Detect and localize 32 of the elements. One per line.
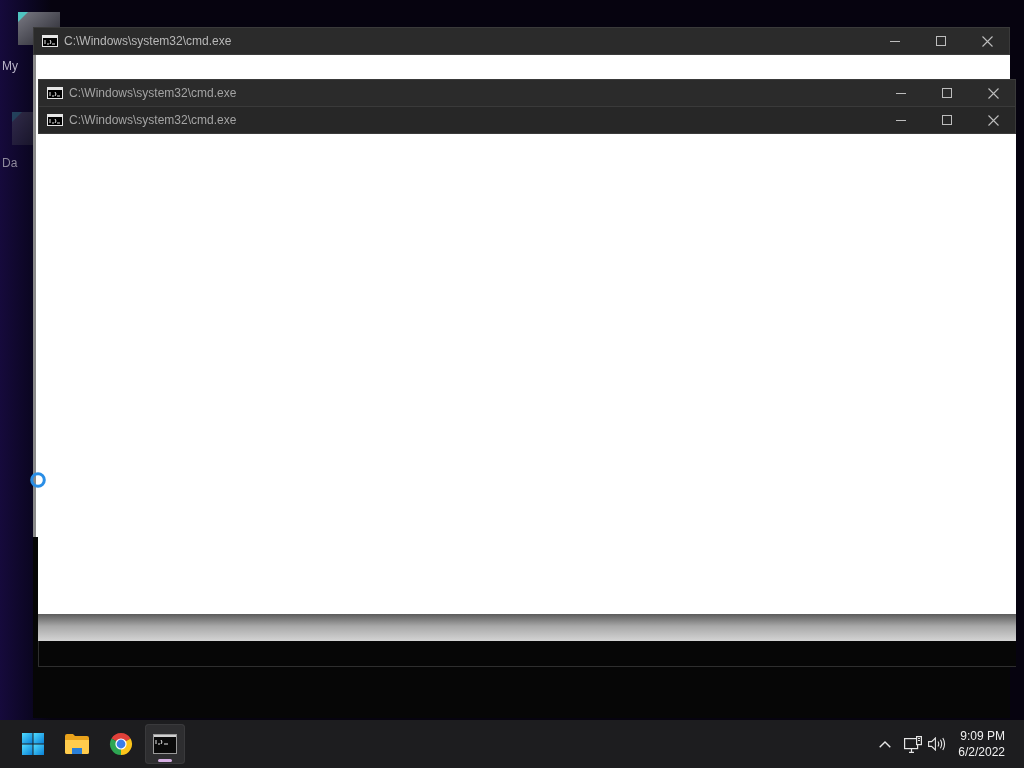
- title-bar[interactable]: C:\Windows\system32\cmd.exe: [33, 27, 1010, 55]
- maximize-icon: [942, 88, 952, 98]
- volume-icon[interactable]: [928, 737, 947, 751]
- busy-ring-icon: [30, 472, 46, 488]
- title-bar[interactable]: C:\Windows\system32\cmd.exe: [38, 106, 1016, 134]
- minimize-icon: [896, 119, 906, 121]
- close-icon: [987, 114, 999, 126]
- terminal-button[interactable]: [145, 724, 185, 764]
- console-icon: [47, 114, 63, 126]
- console-icon: [42, 35, 58, 47]
- close-icon: [981, 35, 993, 47]
- maximize-icon: [936, 36, 946, 46]
- console-icon: [47, 87, 63, 99]
- window-title: C:\Windows\system32\cmd.exe: [69, 113, 237, 127]
- running-indicator-icon: [158, 759, 172, 762]
- desktop-icon-label[interactable]: My: [2, 59, 18, 73]
- clock-time[interactable]: 9:09 PM: [960, 728, 1005, 744]
- desktop-icon-label[interactable]: Da: [2, 156, 18, 170]
- maximize-icon: [942, 115, 952, 125]
- title-bar[interactable]: C:\Windows\system32\cmd.exe: [38, 79, 1016, 107]
- windows-logo-icon: [22, 733, 44, 755]
- minimize-icon: [896, 92, 906, 94]
- clock-date[interactable]: 6/2/2022: [958, 744, 1005, 760]
- browser-icon: [109, 732, 133, 756]
- minimize-icon: [890, 40, 900, 42]
- window-title: C:\Windows\system32\cmd.exe: [69, 86, 237, 100]
- window-title: C:\Windows\system32\cmd.exe: [64, 34, 232, 48]
- chevron-up-icon: [879, 740, 892, 748]
- folder-icon: [65, 734, 89, 754]
- terminal-icon: [153, 734, 177, 754]
- close-icon: [987, 87, 999, 99]
- network-icon[interactable]: [904, 735, 923, 753]
